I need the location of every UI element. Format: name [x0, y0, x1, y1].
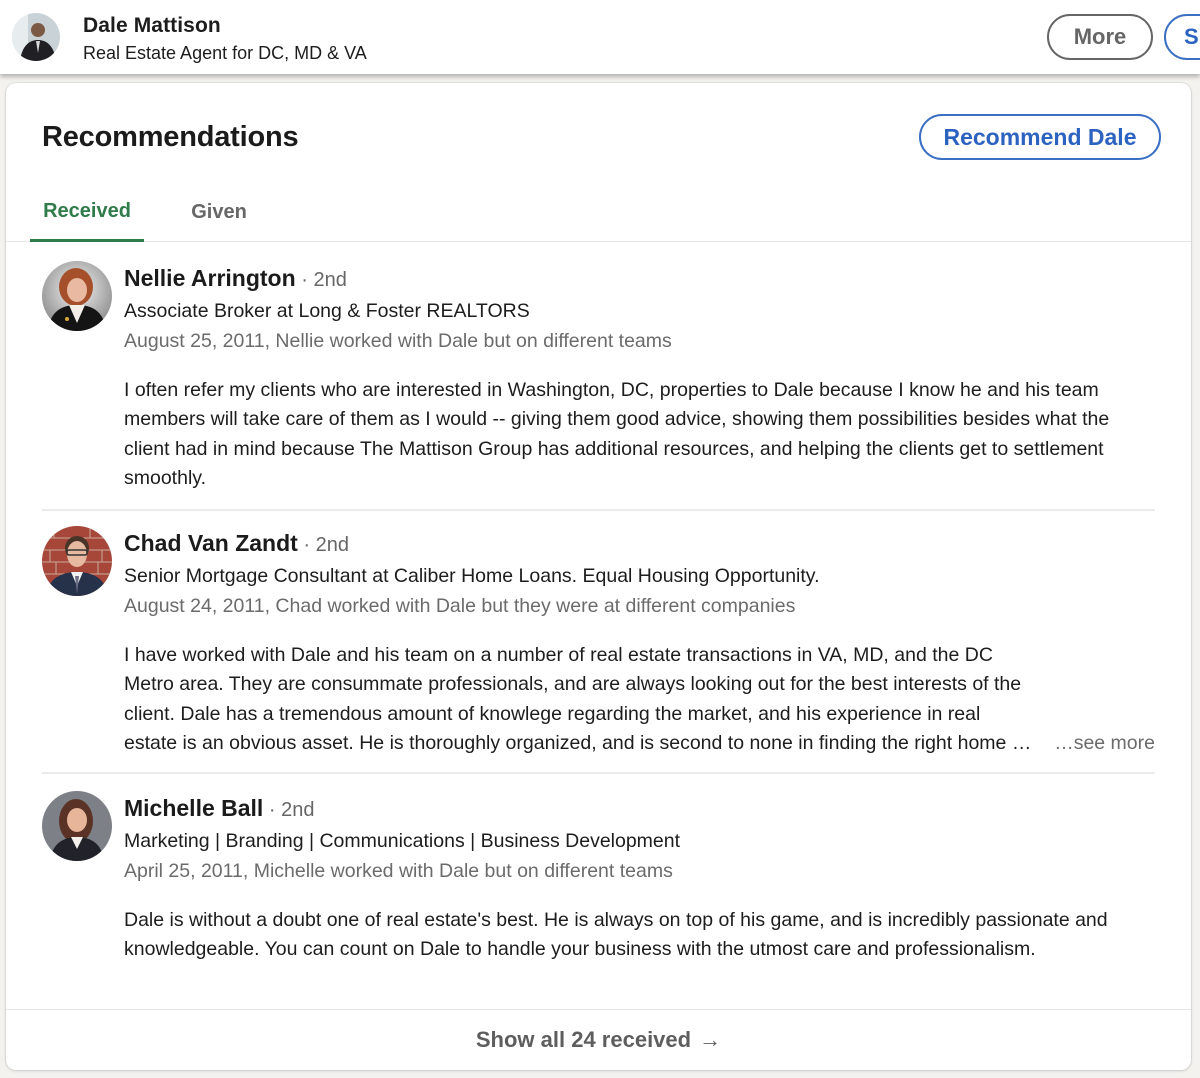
recommender-avatar[interactable]: [42, 791, 112, 861]
show-all-label: Show all 24 received: [475, 1027, 692, 1052]
recommendation-item: Nellie Arrington · 2nd Associate Broker …: [42, 261, 1155, 511]
recommender-avatar[interactable]: [42, 526, 112, 596]
recommendation-tabs: Received Given: [6, 183, 1191, 242]
person-photo-icon: [42, 526, 112, 596]
recommender-headline: Associate Broker at Long & Foster REALTO…: [124, 300, 530, 322]
divider: [42, 509, 1155, 511]
person-photo-icon: [42, 261, 112, 331]
section-title: Recommendations: [42, 121, 299, 153]
recommendation-text: I often refer my clients who are interes…: [124, 379, 1110, 490]
divider: [42, 772, 1155, 774]
recommender-name-line: Michelle Ball · 2nd: [124, 795, 314, 822]
more-button[interactable]: More: [1047, 14, 1153, 60]
recommender-name[interactable]: Chad Van Zandt: [124, 530, 298, 556]
person-photo-icon: [12, 13, 60, 61]
recommender-name-line: Nellie Arrington · 2nd: [124, 265, 347, 292]
recommender-headline: Senior Mortgage Consultant at Caliber Ho…: [124, 565, 820, 587]
recommendation-item: Michelle Ball · 2nd Marketing | Branding…: [42, 791, 1155, 1009]
recommendations-card: Recommendations Recommend Dale Received …: [6, 83, 1191, 1070]
connection-degree: · 2nd: [263, 799, 315, 821]
recommend-button[interactable]: Recommend Dale: [919, 114, 1161, 160]
connection-degree: · 2nd: [295, 269, 347, 291]
recommender-headline: Marketing | Branding | Communications | …: [124, 830, 681, 852]
tab-received[interactable]: Received: [30, 183, 144, 242]
see-more-link[interactable]: …see more: [1044, 728, 1155, 759]
recommender-name[interactable]: Michelle Ball: [124, 795, 263, 821]
connection-degree: · 2nd: [297, 534, 349, 556]
recommender-avatar[interactable]: [42, 261, 112, 331]
show-all-recommendations-link[interactable]: Show all 24 received →: [6, 1009, 1191, 1070]
profile-sticky-header: Dale Mattison Real Estate Agent for DC, …: [0, 0, 1200, 74]
person-photo-icon: [42, 791, 112, 861]
recommendation-meta: April 25, 2011, Michelle worked with Dal…: [124, 860, 673, 882]
recommendation-meta: August 24, 2011, Chad worked with Dale b…: [124, 595, 796, 617]
recommendation-text: Dale is without a doubt one of real esta…: [124, 909, 1108, 961]
recommendation-meta: August 25, 2011, Nellie worked with Dale…: [124, 330, 672, 352]
profile-name: Dale Mattison: [83, 14, 221, 37]
arrow-right-icon: →: [699, 1027, 722, 1052]
tab-given[interactable]: Given: [176, 183, 262, 242]
profile-avatar[interactable]: [12, 13, 60, 61]
recommendation-item: Chad Van Zandt · 2nd Senior Mortgage Con…: [42, 526, 1155, 774]
partial-action-button[interactable]: S: [1164, 14, 1200, 60]
recommendation-text-container: I have worked with Dale and his team on …: [124, 641, 1155, 759]
recommender-name-line: Chad Van Zandt · 2nd: [124, 530, 349, 557]
profile-headline: Real Estate Agent for DC, MD & VA: [83, 43, 367, 63]
recommendation-text: I have worked with Dale and his team on …: [124, 644, 1035, 755]
recommender-name[interactable]: Nellie Arrington: [124, 265, 296, 291]
